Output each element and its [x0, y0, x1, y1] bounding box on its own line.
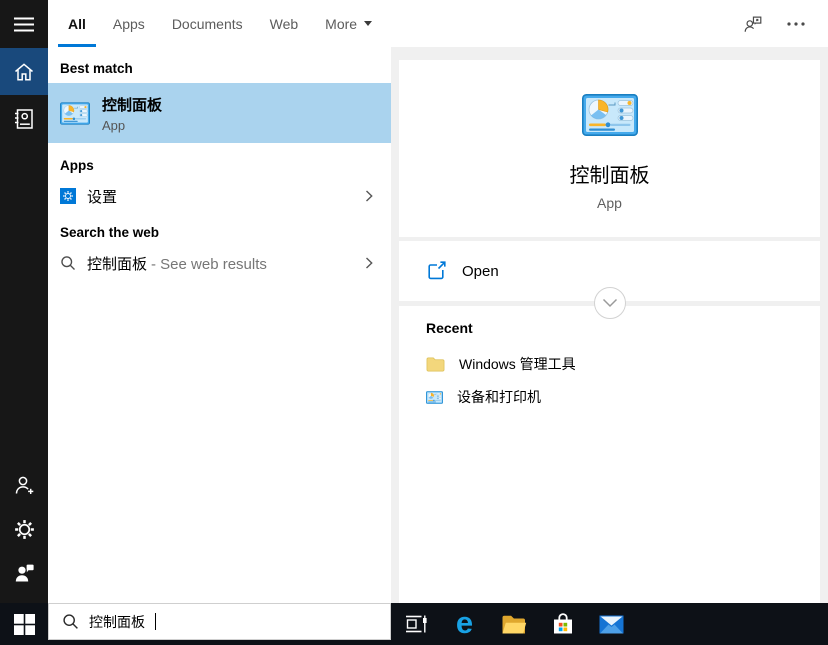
- taskbar-search-input[interactable]: 控制面板: [48, 603, 391, 640]
- task-view-button[interactable]: [391, 603, 440, 645]
- result-label: 设置: [87, 188, 118, 206]
- recent-item[interactable]: 设备和打印机: [426, 385, 793, 409]
- mail-icon: [599, 615, 624, 633]
- web-query: 控制面板: [87, 255, 148, 273]
- results-panel: Best match 控制面板 App Apps 设置 Search the w…: [48, 47, 391, 603]
- tab-all[interactable]: All: [58, 0, 96, 47]
- sidebar-item-account[interactable]: [0, 463, 48, 507]
- recent-item-label: 设备和打印机: [457, 389, 541, 405]
- search-icon: [60, 255, 76, 271]
- chevron-right-icon: [365, 257, 373, 269]
- result-settings[interactable]: 设置: [48, 178, 391, 214]
- preview-title: 控制面板: [569, 165, 650, 187]
- home-icon: [15, 62, 33, 81]
- result-web-search[interactable]: 控制面板 - See web results: [48, 245, 391, 281]
- open-label: Open: [462, 262, 499, 280]
- chevron-down-icon: [364, 21, 373, 26]
- result-type: App: [102, 117, 126, 133]
- best-match-result[interactable]: 控制面板 App: [48, 83, 391, 143]
- person-feedback-icon: [744, 16, 762, 32]
- file-explorer-button[interactable]: [489, 603, 538, 645]
- tab-more[interactable]: More: [325, 0, 373, 47]
- feedback-button[interactable]: [742, 13, 764, 35]
- search-web-header: Search the web: [60, 225, 160, 240]
- start-button[interactable]: [0, 603, 48, 645]
- hamburger-button[interactable]: [0, 0, 48, 48]
- edge-icon: e: [455, 604, 474, 640]
- tab-documents[interactable]: Documents: [172, 0, 243, 47]
- expand-button[interactable]: [593, 287, 626, 319]
- folder-icon: [502, 615, 526, 633]
- control-panel-icon: [426, 391, 443, 404]
- settings-gear-icon: [60, 188, 76, 204]
- sidebar-item-home[interactable]: [0, 48, 48, 95]
- folder-icon: [426, 357, 445, 372]
- recent-item-label: Windows 管理工具: [459, 356, 576, 372]
- text-caret: [155, 613, 156, 630]
- search-input-value: 控制面板: [89, 613, 145, 630]
- sidebar: [0, 0, 48, 603]
- tab-label: Web: [269, 15, 299, 32]
- task-view-icon: [405, 615, 427, 633]
- chevron-down-icon: [602, 298, 617, 308]
- more-options-button[interactable]: [786, 21, 806, 27]
- sidebar-item-feedback[interactable]: [0, 551, 48, 595]
- result-title: 控制面板: [102, 96, 163, 114]
- control-panel-icon: [60, 102, 90, 125]
- tab-apps[interactable]: Apps: [113, 0, 145, 47]
- sidebar-item-settings[interactable]: [0, 507, 48, 551]
- search-flyout: All Apps Documents Web More Best match 控…: [0, 0, 828, 645]
- preview-panel: 控制面板 App Open Recent Windows 管理工具 设备和打印机: [391, 47, 828, 603]
- tab-label: Apps: [112, 15, 145, 32]
- store-button[interactable]: [538, 603, 587, 645]
- store-icon: [553, 613, 572, 634]
- mail-button[interactable]: [587, 603, 636, 645]
- sidebar-item-journal[interactable]: [0, 95, 48, 142]
- recent-item[interactable]: Windows 管理工具: [426, 352, 793, 376]
- tab-web[interactable]: Web: [270, 0, 299, 47]
- web-suffix: - See web results: [151, 255, 267, 273]
- apps-header: Apps: [60, 158, 94, 173]
- search-tabs-bar: All Apps Documents Web More: [48, 0, 828, 47]
- feedback-icon: [15, 564, 34, 582]
- edge-button[interactable]: e: [440, 603, 489, 645]
- chevron-right-icon: [365, 190, 373, 202]
- open-external-icon: [428, 261, 446, 280]
- preview-type: App: [597, 195, 622, 211]
- ellipsis-icon: [787, 21, 805, 26]
- windows-logo-icon: [13, 613, 35, 635]
- person-add-icon: [15, 476, 34, 494]
- tab-label: Documents: [171, 15, 243, 32]
- recent-section: Recent Windows 管理工具 设备和打印机: [399, 306, 820, 603]
- best-match-header: Best match: [60, 61, 133, 76]
- taskbar: 控制面板 e: [0, 603, 828, 645]
- hamburger-icon: [14, 17, 34, 31]
- gear-icon: [13, 518, 36, 541]
- preview-app-summary: 控制面板 App: [399, 60, 820, 237]
- journal-icon: [15, 108, 33, 129]
- tab-label: More: [325, 15, 358, 32]
- control-panel-icon: [582, 94, 638, 136]
- search-icon: [62, 613, 79, 630]
- recent-header: Recent: [426, 320, 473, 336]
- tab-label: All: [68, 15, 86, 32]
